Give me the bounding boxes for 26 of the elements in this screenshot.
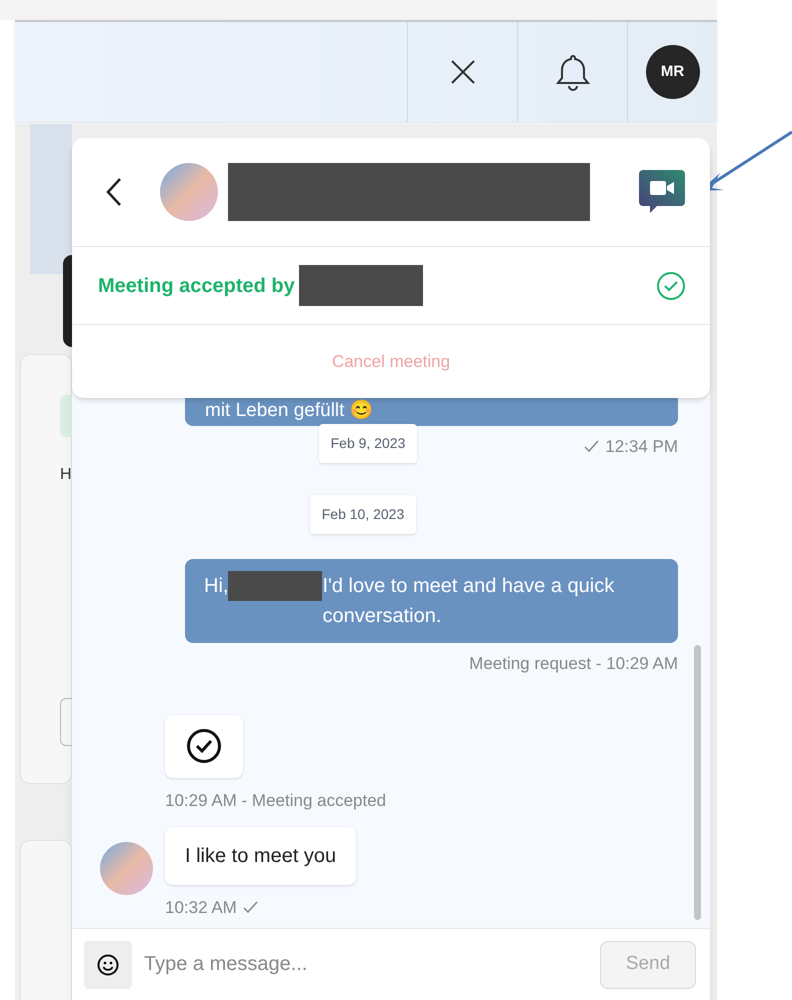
smiley-icon bbox=[97, 954, 119, 976]
bell-icon bbox=[556, 53, 590, 91]
message-meta: Meeting request - 10:29 AM bbox=[469, 653, 678, 675]
close-icon bbox=[450, 59, 476, 85]
meeting-status-text: Meeting accepted by bbox=[98, 274, 295, 298]
message-time: 10:32 AM bbox=[165, 897, 237, 919]
video-call-button[interactable] bbox=[638, 170, 686, 214]
check-circle-icon bbox=[186, 728, 222, 764]
message-text: mit Leben gefüllt 😊 bbox=[205, 401, 374, 420]
message-composer[interactable]: Type a message... Send bbox=[72, 928, 710, 1000]
back-icon bbox=[106, 177, 122, 207]
date-label: Feb 10, 2023 bbox=[310, 495, 416, 534]
video-camera-icon bbox=[639, 170, 685, 214]
message-text: Hi, bbox=[204, 574, 228, 599]
message-text: I'd love to meet and have a quick conversation. bbox=[322, 574, 616, 629]
cancel-meeting-button[interactable]: Cancel meeting bbox=[332, 348, 450, 374]
message-input[interactable]: Type a message... bbox=[144, 942, 600, 986]
partial-text: H bbox=[60, 465, 72, 485]
message-meta: 10:29 AM - Meeting accepted bbox=[165, 790, 386, 812]
emoji-button[interactable] bbox=[84, 940, 132, 988]
tag-edge bbox=[60, 395, 72, 437]
user-avatar[interactable]: MR bbox=[646, 45, 700, 99]
date-label: Feb 9, 2023 bbox=[318, 424, 418, 463]
message-text: I like to meet you bbox=[185, 845, 336, 867]
scrollbar-thumb[interactable] bbox=[694, 645, 701, 920]
message-time: 12:34 PM bbox=[605, 436, 678, 458]
